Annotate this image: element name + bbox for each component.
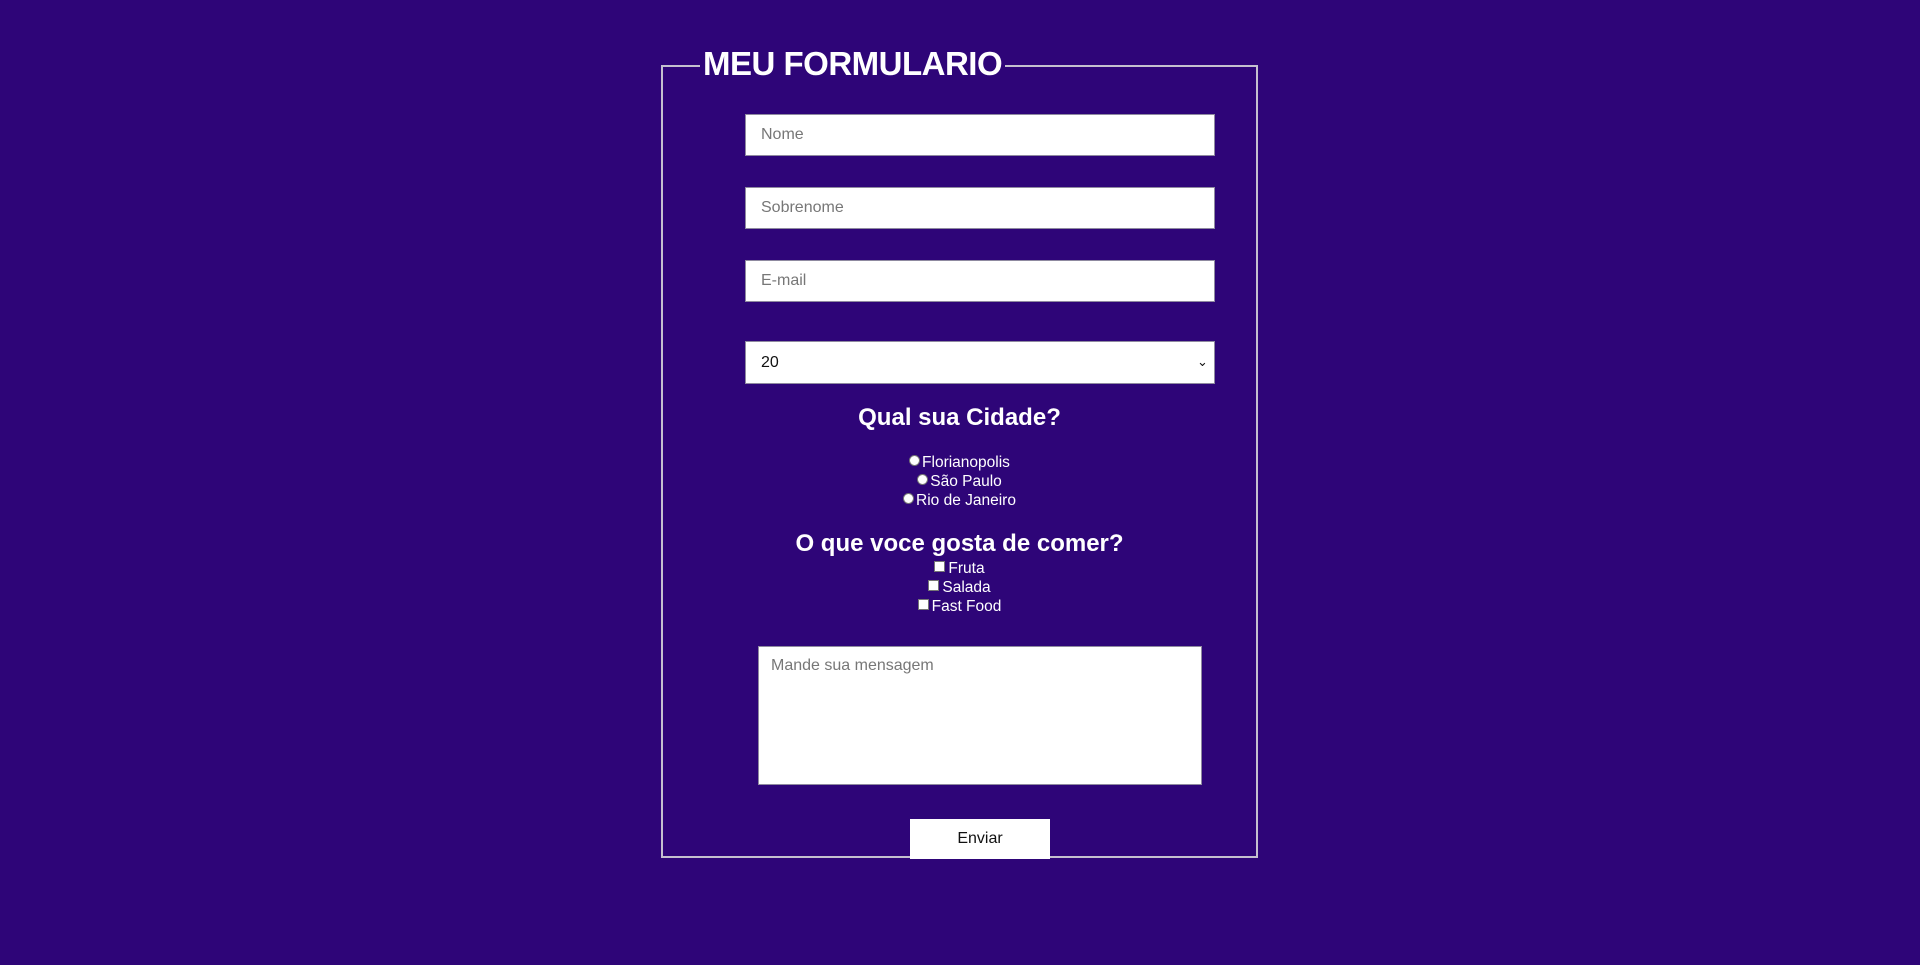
checkbox-label: Fruta bbox=[948, 560, 985, 577]
submit-button[interactable]: Enviar bbox=[910, 819, 1050, 859]
cidade-radio-group: Florianopolis São Paulo Rio de Janeiro bbox=[661, 453, 1258, 510]
radio-option-sao-paulo[interactable]: São Paulo bbox=[661, 472, 1258, 491]
form-legend: MEU FORMULARIO bbox=[700, 42, 1006, 86]
sobrenome-input[interactable] bbox=[745, 187, 1215, 229]
radio-option-rio-de-janeiro[interactable]: Rio de Janeiro bbox=[661, 491, 1258, 510]
radio-label: São Paulo bbox=[930, 473, 1002, 490]
radio-button[interactable] bbox=[917, 474, 929, 485]
checkbox[interactable] bbox=[934, 561, 946, 572]
comer-heading: O que voce gosta de comer? bbox=[795, 530, 1124, 557]
checkbox[interactable] bbox=[917, 599, 929, 610]
radio-button[interactable] bbox=[903, 493, 915, 504]
checkbox-option-fruta[interactable]: Fruta bbox=[661, 559, 1258, 578]
message-textarea[interactable] bbox=[758, 646, 1202, 785]
cidade-heading: Qual sua Cidade? bbox=[858, 404, 1061, 431]
email-input[interactable] bbox=[745, 260, 1215, 302]
checkbox-label: Fast Food bbox=[931, 598, 1002, 615]
checkbox-option-fast-food[interactable]: Fast Food bbox=[661, 597, 1258, 616]
checkbox-label: Salada bbox=[942, 579, 991, 596]
radio-label: Rio de Janeiro bbox=[916, 492, 1016, 509]
checkbox[interactable] bbox=[928, 580, 940, 591]
nome-input[interactable] bbox=[745, 114, 1215, 156]
radio-label: Florianopolis bbox=[922, 454, 1010, 471]
radio-option-florianopolis[interactable]: Florianopolis bbox=[661, 453, 1258, 472]
radio-button[interactable] bbox=[909, 455, 921, 466]
checkbox-option-salada[interactable]: Salada bbox=[661, 578, 1258, 597]
age-select[interactable]: 20 bbox=[745, 341, 1215, 384]
comer-checkbox-group: Fruta Salada Fast Food bbox=[661, 559, 1258, 616]
